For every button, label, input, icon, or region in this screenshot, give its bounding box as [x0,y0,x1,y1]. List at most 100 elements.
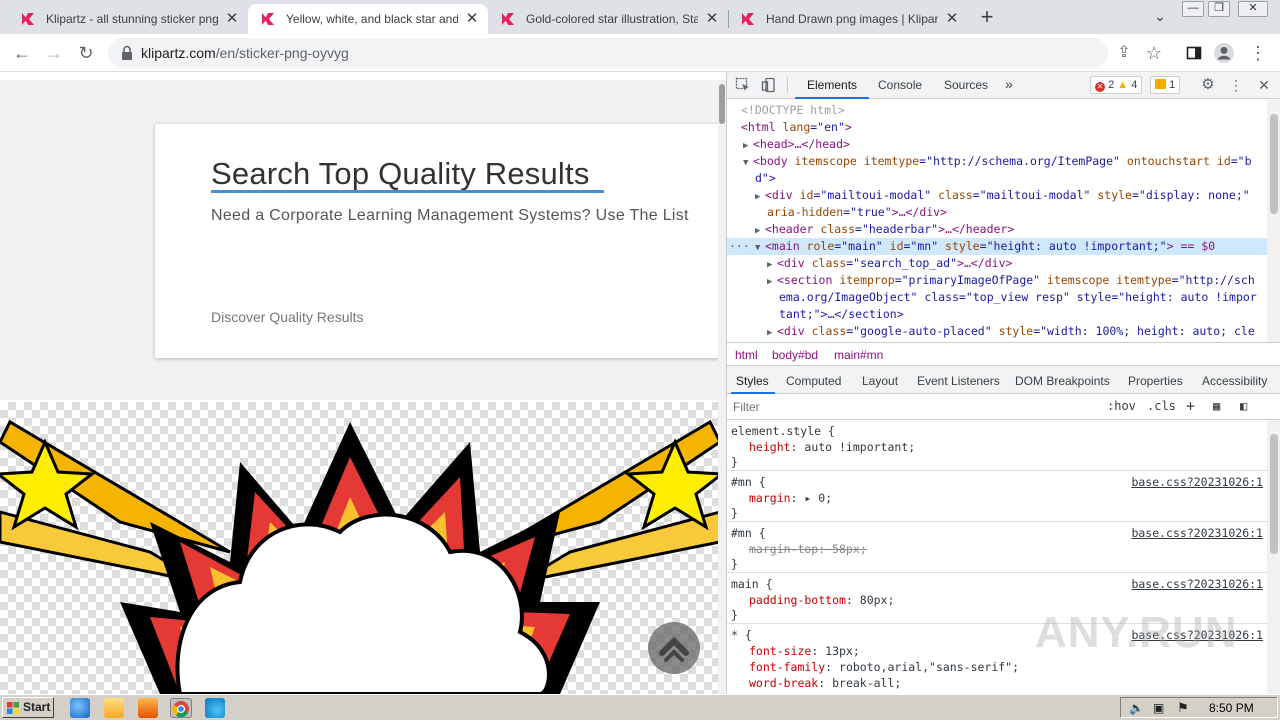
tab-close-icon[interactable]: ✕ [944,11,960,27]
tab-gold-star[interactable]: Gold-colored star illustration, Star Dr … [488,4,728,34]
media-player-icon[interactable] [138,698,158,718]
tab-computed[interactable]: Computed [786,374,841,388]
maximize-button[interactable]: ❐ [1208,1,1230,17]
error-warning-badge[interactable]: ✕ 2 ▲ 4 [1090,76,1143,94]
tab-close-icon[interactable]: ✕ [464,11,480,27]
back-arrow-icon[interactable]: ← [10,41,34,65]
tab-dom-breakpoints[interactable]: DOM Breakpoints [1015,374,1110,388]
close-devtools-icon[interactable]: ✕ [1256,77,1272,93]
new-style-rule-icon[interactable]: + [1186,397,1195,415]
settings-gear-icon[interactable]: ⚙ [1200,77,1216,93]
paint-brush-icon[interactable]: ▦ [1213,399,1220,413]
tab-close-icon[interactable]: ✕ [704,11,720,27]
tab-sources[interactable]: Sources [944,78,988,92]
rule-selector[interactable]: #mn { [731,474,766,490]
dom-tree[interactable]: <!DOCTYPE html> <html lang="en"> ▶ <head>… [727,100,1267,342]
style-declaration[interactable]: font-family: roboto,arial,"sans-serif"; [749,659,1019,675]
tab-properties[interactable]: Properties [1128,374,1183,388]
styles-scrollbar[interactable] [1267,420,1280,694]
lock-icon[interactable] [120,45,134,61]
network-icon[interactable]: ▣ [1153,701,1164,715]
dom-line-google-auto[interactable]: ▶ <div class="google-auto-placed" style="… [727,323,1267,340]
close-window-button[interactable]: ✕ [1238,1,1268,17]
style-declaration[interactable]: padding-bottom: 80px; [749,592,894,608]
overridden-declaration[interactable]: margin-top: 58px; [749,541,867,557]
internet-explorer-icon[interactable] [70,698,90,718]
tab-styles[interactable]: Styles [736,374,769,388]
tab-search-chevron-icon[interactable]: ⌄ [1150,8,1170,28]
breadcrumb-main[interactable]: main#mn [834,348,883,362]
bookmark-star-icon[interactable]: ☆ [1142,41,1166,65]
tab-yellow-star[interactable]: Yellow, white, and black star and clo ✕ [248,4,488,34]
tab-layout[interactable]: Layout [862,374,898,388]
issues-badge[interactable]: 1 [1150,76,1181,94]
more-tabs-icon[interactable]: » [1005,76,1013,92]
dom-line-section[interactable]: ▶ <section itemprop="primaryImageOfPage" … [727,272,1267,289]
minimize-button[interactable]: — [1182,1,1204,17]
rule-selector[interactable]: * { [731,627,752,643]
style-declaration[interactable]: font-size: 13px; [749,643,860,659]
tab-hand-drawn[interactable]: Hand Drawn png images | Klipartz ✕ [728,4,968,34]
styles-filter-input[interactable] [730,397,1098,417]
dom-line-header[interactable]: ▶ <header class="headerbar">…</header> [727,221,1267,238]
dom-line-html[interactable]: <html lang="en"> [727,119,1267,136]
tab-close-icon[interactable]: ✕ [224,11,240,27]
reload-icon[interactable]: ↻ [74,41,98,65]
tab-event-listeners[interactable]: Event Listeners [917,374,1000,388]
inspect-element-icon[interactable] [735,77,751,93]
browser-menu-icon[interactable]: ⋮ [1246,41,1270,65]
volume-icon[interactable]: 🔈 [1129,701,1144,715]
clock[interactable]: 8:50 PM [1209,701,1254,715]
profile-avatar-icon[interactable] [1212,41,1236,65]
expand-triangle-icon[interactable]: ▶ [767,325,777,342]
dom-scrollbar[interactable] [1267,100,1280,342]
start-button[interactable]: Start [2,697,54,718]
share-icon[interactable]: ⇪ [1112,41,1136,65]
stylesheet-link[interactable]: base.css?20231026:1 [1131,525,1263,541]
rule-selector[interactable]: element.style { [731,423,835,439]
side-panel-icon[interactable] [1182,41,1206,65]
style-declaration[interactable]: margin: ▸ 0; [749,490,832,506]
dom-line-body-wrap[interactable]: d"> [727,170,1267,187]
dom-line-search-ad[interactable]: ▶ <div class="search_top_ad">…</div> [727,255,1267,272]
class-toggle[interactable]: .cls [1147,399,1176,413]
rule-selector[interactable]: #mn { [731,525,766,541]
dom-line-doctype[interactable]: <!DOCTYPE html> [727,102,1267,119]
tab-console[interactable]: Console [878,78,922,92]
url-text[interactable]: klipartz.com/en/sticker-png-oyvyg [141,45,349,61]
page-scrollbar-thumb[interactable] [719,84,725,124]
dom-line-head[interactable]: ▶ <head>…</head> [727,136,1267,153]
dom-line-body[interactable]: ▼ <body itemscope itemtype="http://schema… [727,153,1267,170]
style-declaration[interactable]: word-break: break-all; [749,675,901,691]
scroll-to-top-button[interactable] [648,622,700,674]
toggle-sidebar-icon[interactable]: ◧ [1240,399,1247,413]
chrome-taskbar-button[interactable] [170,698,192,718]
stylesheet-link[interactable]: base.css?20231026:1 [1131,474,1263,490]
dom-line-section-wrap1[interactable]: ema.org/ImageObject" class="top_view res… [727,289,1267,306]
dom-line-section-wrap2[interactable]: tant;">…</section> [727,306,1267,323]
ad-card-link[interactable]: Discover Quality Results [211,309,364,325]
page-scrollbar[interactable] [718,80,726,694]
stylesheet-link[interactable]: base.css?20231026:1 [1131,576,1263,592]
new-tab-button[interactable]: + [975,6,999,30]
dom-scrollbar-thumb[interactable] [1270,114,1278,214]
more-options-dots-icon[interactable]: ··· [729,238,750,255]
rule-selector[interactable]: main { [731,576,773,592]
style-declaration[interactable]: height: auto !important; [749,439,915,455]
dom-line-main-selected[interactable]: ··· ▼ <main role="main" id="mn" style="hei… [727,238,1267,255]
address-bar[interactable]: klipartz.com/en/sticker-png-oyvyg [108,38,1108,68]
tab-accessibility[interactable]: Accessibility [1202,374,1267,388]
styles-scrollbar-thumb[interactable] [1270,434,1278,554]
forward-arrow-icon[interactable]: → [42,41,66,65]
breadcrumb-body[interactable]: body#bd [772,348,818,362]
edge-icon[interactable] [205,698,225,718]
flag-icon[interactable]: ⚑ [1177,700,1189,716]
file-explorer-icon[interactable] [104,698,124,718]
tab-elements[interactable]: Elements [807,78,857,92]
hover-state-toggle[interactable]: :hov [1107,399,1136,413]
dom-line-mailtoui[interactable]: ▶ <div id="mailtoui-modal" class="mailtou… [727,187,1267,204]
ad-card-title[interactable]: Search Top Quality Results [211,156,590,192]
tab-klipartz-home[interactable]: Klipartz - all stunning sticker png ima … [8,4,248,34]
breadcrumb-html[interactable]: html [735,348,758,362]
ad-card[interactable]: Search Top Quality Results Need a Corpor… [155,124,726,358]
